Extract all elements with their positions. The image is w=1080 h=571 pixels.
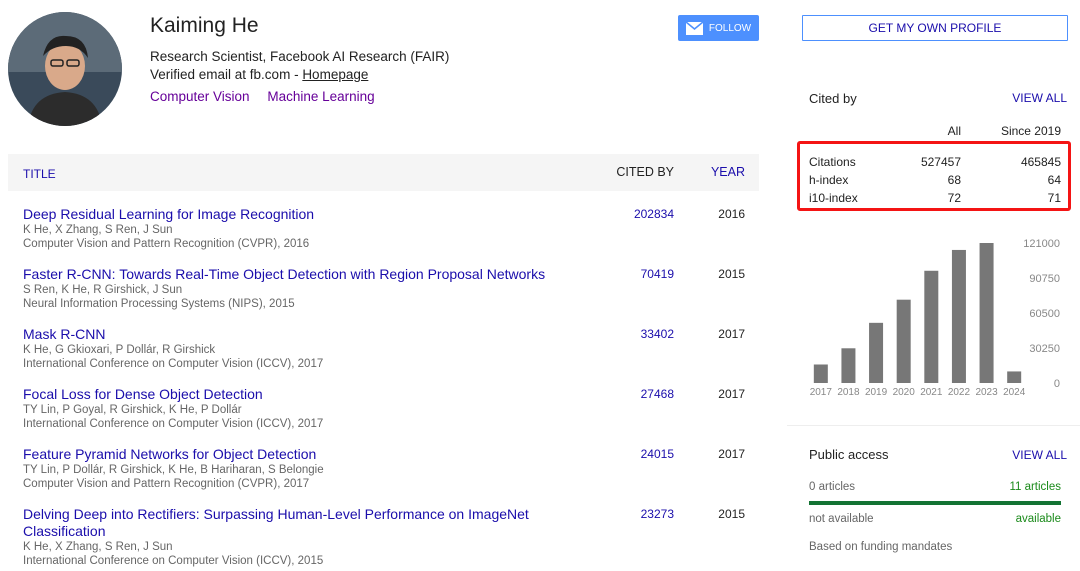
public-access-title: Public access: [809, 447, 889, 462]
table-row: Feature Pyramid Networks for Object Dete…: [23, 446, 759, 491]
table-row: Faster R-CNN: Towards Real-Time Object D…: [23, 266, 759, 311]
cited-by-view-all[interactable]: VIEW ALL: [1012, 91, 1067, 105]
article-year: 2017: [718, 327, 745, 341]
article-venue: International Conference on Computer Vis…: [23, 418, 324, 430]
article-venue: International Conference on Computer Vis…: [23, 358, 324, 370]
stats-col-all: All: [947, 124, 961, 138]
homepage-link[interactable]: Homepage: [302, 67, 368, 82]
chart-x-tick: 2023: [975, 387, 998, 398]
interest-link[interactable]: Machine Learning: [267, 89, 374, 104]
chart-x-tick: 2018: [837, 387, 860, 398]
table-row: Delving Deep into Rectifiers: Surpassing…: [23, 506, 759, 568]
research-interests: Computer Vision Machine Learning: [150, 89, 389, 104]
chart-bar[interactable]: [1007, 371, 1022, 383]
cited-by-link[interactable]: 24015: [641, 447, 674, 461]
chart-bar[interactable]: [896, 299, 911, 383]
public-access-view-all[interactable]: VIEW ALL: [1012, 448, 1067, 462]
chart-bar[interactable]: [924, 270, 939, 383]
follow-button[interactable]: FOLLOW: [678, 15, 759, 41]
article-title-link[interactable]: Mask R-CNN: [23, 326, 563, 343]
article-title-link[interactable]: Focal Loss for Dense Object Detection: [23, 386, 563, 403]
article-venue: Computer Vision and Pattern Recognition …: [23, 238, 310, 250]
public-access-counts: 0 articles 11 articles: [809, 481, 1061, 493]
chart-bar[interactable]: [869, 322, 884, 383]
profile-email: Verified email at fb.com - Homepage: [150, 67, 368, 82]
article-title-link[interactable]: Delving Deep into Rectifiers: Surpassing…: [23, 506, 563, 540]
chart-x-tick: 2024: [1003, 387, 1026, 398]
chart-bar[interactable]: [841, 348, 856, 383]
article-title-link[interactable]: Faster R-CNN: Towards Real-Time Object D…: [23, 266, 583, 283]
cited-by-link[interactable]: 70419: [641, 267, 674, 281]
chart-x-tick: 2021: [920, 387, 943, 398]
funding-mandates-note: Based on funding mandates: [809, 541, 953, 553]
chart-x-tick: 2020: [893, 387, 916, 398]
article-title-link[interactable]: Feature Pyramid Networks for Object Dete…: [23, 446, 563, 463]
article-authors: K He, X Zhang, S Ren, J Sun: [23, 224, 173, 236]
table-row: Deep Residual Learning for Image Recogni…: [23, 206, 759, 251]
interest-link[interactable]: Computer Vision: [150, 89, 250, 104]
article-authors: K He, X Zhang, S Ren, J Sun: [23, 541, 173, 553]
chart-x-tick: 2017: [810, 387, 833, 398]
cited-by-title: Cited by: [809, 91, 857, 106]
article-authors: TY Lin, P Goyal, R Girshick, K He, P Dol…: [23, 404, 242, 416]
section-divider: [787, 425, 1080, 426]
not-available-count: 0 articles: [809, 481, 856, 493]
sort-by-title[interactable]: TITLE: [23, 167, 56, 181]
table-row: Focal Loss for Dense Object Detection TY…: [23, 386, 759, 431]
article-year: 2016: [718, 207, 745, 221]
article-venue: Neural Information Processing Systems (N…: [23, 298, 295, 310]
sort-by-year[interactable]: YEAR: [711, 165, 745, 179]
cited-by-link[interactable]: 202834: [634, 207, 674, 221]
citations-per-year-chart: 2017 2018 2019 2020 2021 2022 2023 2024 121000 90…: [810, 238, 1060, 398]
stats-col-since: Since 2019: [1000, 124, 1061, 138]
chart-bar[interactable]: [979, 243, 994, 383]
follow-label: FOLLOW: [708, 22, 752, 34]
chart-y-tick: 0: [1054, 378, 1060, 390]
chart-x-tick: 2019: [865, 387, 888, 398]
available-label: available: [1015, 513, 1061, 525]
chart-y-tick: 60500: [1029, 308, 1060, 320]
available-count[interactable]: 11 articles: [1009, 481, 1061, 493]
public-access-bar: [809, 501, 1061, 505]
article-authors: S Ren, K He, R Girshick, J Sun: [23, 284, 183, 296]
table-row: Mask R-CNN K He, G Gkioxari, P Dollár, R…: [23, 326, 759, 371]
chart-y-tick: 30250: [1029, 343, 1060, 355]
profile-affiliation: Research Scientist, Facebook AI Research…: [150, 49, 450, 64]
article-title-link[interactable]: Deep Residual Learning for Image Recogni…: [23, 206, 563, 223]
article-year: 2015: [718, 507, 745, 521]
email-text: Verified email at fb.com -: [150, 67, 303, 82]
cited-by-link[interactable]: 23273: [641, 507, 674, 521]
chart-x-tick: 2022: [948, 387, 971, 398]
chart-bar[interactable]: [813, 364, 828, 383]
cited-by-link[interactable]: 27468: [641, 387, 674, 401]
profile-photo: [8, 12, 122, 126]
article-venue: Computer Vision and Pattern Recognition …: [23, 478, 310, 490]
cited-by-link[interactable]: 33402: [641, 327, 674, 341]
not-available-label: not available: [809, 513, 874, 525]
public-access-labels: not available available: [809, 513, 1061, 525]
profile-name: Kaiming He: [150, 14, 259, 37]
table-header: TITLE CITED BY YEAR: [8, 154, 759, 191]
article-year: 2015: [718, 267, 745, 281]
envelope-icon: [685, 21, 703, 35]
article-year: 2017: [718, 447, 745, 461]
chart-y-tick: 90750: [1029, 273, 1060, 285]
article-authors: K He, G Gkioxari, P Dollár, R Girshick: [23, 344, 216, 356]
get-my-own-profile-button[interactable]: GET MY OWN PROFILE: [802, 15, 1068, 41]
article-venue: International Conference on Computer Vis…: [23, 555, 324, 567]
chart-bar[interactable]: [951, 249, 966, 383]
article-year: 2017: [718, 387, 745, 401]
stats-highlight-box: [797, 141, 1071, 211]
sort-by-cited[interactable]: CITED BY: [616, 165, 674, 179]
chart-y-tick: 121000: [1023, 238, 1060, 250]
article-authors: TY Lin, P Dollár, R Girshick, K He, B Ha…: [23, 464, 324, 476]
